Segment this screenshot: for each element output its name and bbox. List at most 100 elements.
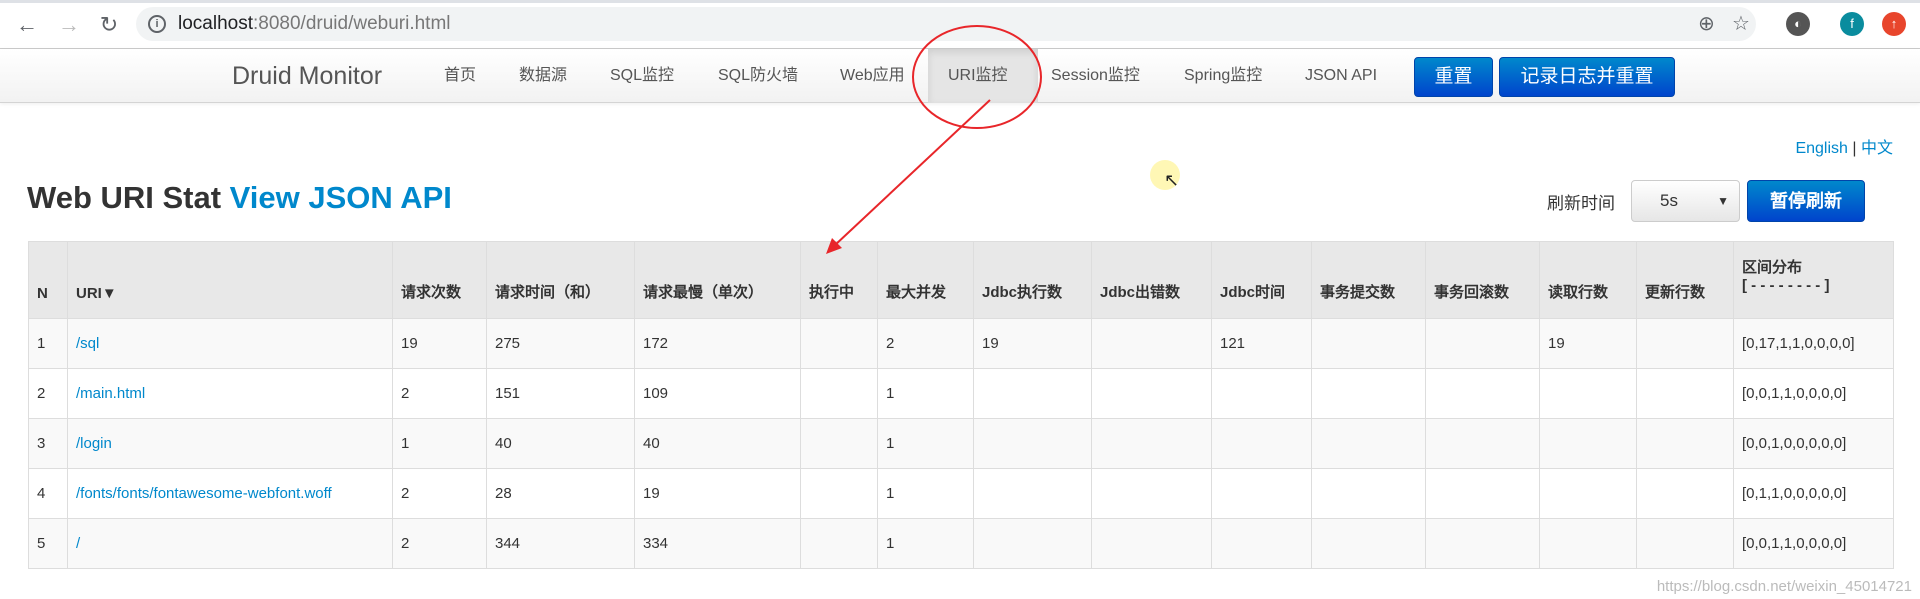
table-cell [1211, 368, 1312, 419]
table-cell [1311, 468, 1426, 519]
table-cell: [0,0,1,1,0,0,0,0] [1733, 518, 1894, 569]
lang-english[interactable]: English [1795, 140, 1847, 157]
table-cell [1091, 468, 1212, 519]
table-cell [1425, 518, 1540, 569]
table-cell: [0,0,1,1,0,0,0,0] [1733, 368, 1894, 419]
reset-button[interactable]: 重置 [1414, 57, 1493, 97]
uri-link[interactable]: / [76, 535, 80, 552]
nav-json-api[interactable]: JSON API [1295, 49, 1387, 103]
uri-link[interactable]: /login [76, 435, 112, 452]
uri-link[interactable]: /fonts/fonts/fontawesome-webfont.woff [76, 485, 332, 502]
info-icon[interactable]: i [148, 15, 166, 33]
nav-sql-firewall[interactable]: SQL防火墙 [708, 49, 808, 103]
nav-uri[interactable]: URI监控 [928, 49, 1038, 103]
table-row: 3/login 1 40 40 1 [0,0,1,0,0,0,0,0] [28, 418, 1894, 469]
table-cell [1539, 468, 1637, 519]
table-cell: 1 [877, 518, 974, 569]
table-cell: 2 [392, 468, 487, 519]
forward-icon[interactable]: → [56, 12, 82, 38]
language-switch: English | 中文 [1795, 140, 1893, 157]
table-cell: /login [67, 418, 393, 469]
table-cell [1311, 418, 1426, 469]
table-cell: 19 [392, 318, 487, 369]
address-bar[interactable]: i localhost:8080/druid/weburi.html ⊕ ☆ [136, 7, 1756, 41]
table-cell: 109 [634, 368, 801, 419]
back-icon[interactable]: ← [14, 12, 40, 38]
table-cell: 121 [1211, 318, 1312, 369]
brand[interactable]: Druid Monitor [232, 62, 382, 91]
reload-icon[interactable]: ↻ [96, 12, 122, 38]
refresh-interval-select[interactable]: 5s ▼ [1631, 180, 1740, 222]
table-cell: [0,17,1,1,0,0,0,0] [1733, 318, 1894, 369]
uri-link[interactable]: /main.html [76, 385, 145, 402]
column-header: 执行中 [800, 241, 878, 319]
table-cell: 5 [28, 518, 68, 569]
table-cell: 40 [486, 418, 635, 469]
table-row: 4/fonts/fonts/fontawesome-webfont.woff 2 2… [28, 468, 1894, 519]
table-cell: / [67, 518, 393, 569]
table-cell: 2 [392, 368, 487, 419]
column-header[interactable]: URI▼ [67, 241, 393, 319]
table-cell [1091, 318, 1212, 369]
view-json-api-link[interactable]: View JSON API [230, 180, 452, 215]
table-cell: 275 [486, 318, 635, 369]
nav-spring[interactable]: Spring监控 [1174, 49, 1272, 103]
annotation-arrow-line [833, 99, 991, 247]
table-cell [1311, 368, 1426, 419]
table-cell [1311, 518, 1426, 569]
column-header: Jdbc时间 [1211, 241, 1312, 319]
browser-toolbar: ← → ↻ i localhost:8080/druid/weburi.html… [0, 0, 1920, 49]
uri-link[interactable]: /sql [76, 335, 99, 352]
table-cell [1425, 318, 1540, 369]
table-cell [1091, 518, 1212, 569]
caret-down-icon: ▼ [1717, 194, 1729, 208]
table-cell [1211, 518, 1312, 569]
zoom-icon[interactable]: ⊕ [1698, 7, 1715, 41]
nav-datasource[interactable]: 数据源 [509, 49, 577, 103]
column-header: 更新行数 [1636, 241, 1734, 319]
extension-icon[interactable]: ◐ [1786, 12, 1810, 36]
mouse-cursor: ↖ [1150, 160, 1180, 190]
column-header: 读取行数 [1539, 241, 1637, 319]
table-cell: 2 [392, 518, 487, 569]
table-cell [973, 518, 1092, 569]
table-cell: 1 [877, 468, 974, 519]
page-title: Web URI Stat View JSON API [27, 180, 452, 215]
column-header: 事务提交数 [1311, 241, 1426, 319]
column-header: Jdbc出错数 [1091, 241, 1212, 319]
table-cell [1311, 318, 1426, 369]
table-cell: [0,1,1,0,0,0,0,0] [1733, 468, 1894, 519]
table-cell: 28 [486, 468, 635, 519]
column-header: Jdbc执行数 [973, 241, 1092, 319]
table-cell: 4 [28, 468, 68, 519]
table-cell [1211, 468, 1312, 519]
table-cell [1636, 368, 1734, 419]
nav-home[interactable]: 首页 [434, 49, 486, 103]
profile-avatar[interactable]: f [1840, 12, 1864, 36]
table-cell: 40 [634, 418, 801, 469]
table-cell [800, 518, 878, 569]
table-row: 2/main.html 2 151 109 1 [0,0,1,1,0,0,0,0] [28, 368, 1894, 419]
table-cell: 1 [877, 368, 974, 419]
table-cell [1211, 418, 1312, 469]
lang-chinese[interactable]: 中文 [1861, 140, 1893, 157]
nav-sql[interactable]: SQL监控 [600, 49, 684, 103]
log-and-reset-button[interactable]: 记录日志并重置 [1499, 57, 1675, 97]
nav-web-app[interactable]: Web应用 [830, 49, 915, 103]
table-cell: 1 [392, 418, 487, 469]
table-cell [1539, 368, 1637, 419]
nav-session[interactable]: Session监控 [1041, 49, 1150, 103]
update-icon[interactable]: ↑ [1882, 12, 1906, 36]
column-header: N [28, 241, 68, 319]
cursor-icon: ↖ [1164, 170, 1180, 190]
watermark: https://blog.csdn.net/weixin_45014721 [1656, 578, 1912, 595]
table-cell [800, 418, 878, 469]
star-icon[interactable]: ☆ [1732, 7, 1750, 41]
column-header: 事务回滚数 [1425, 241, 1540, 319]
table-cell: 1 [28, 318, 68, 369]
table-cell [800, 318, 878, 369]
refresh-interval-label: 刷新时间 [1547, 194, 1615, 213]
table-cell [800, 468, 878, 519]
table-cell: 3 [28, 418, 68, 469]
pause-refresh-button[interactable]: 暂停刷新 [1747, 180, 1865, 222]
